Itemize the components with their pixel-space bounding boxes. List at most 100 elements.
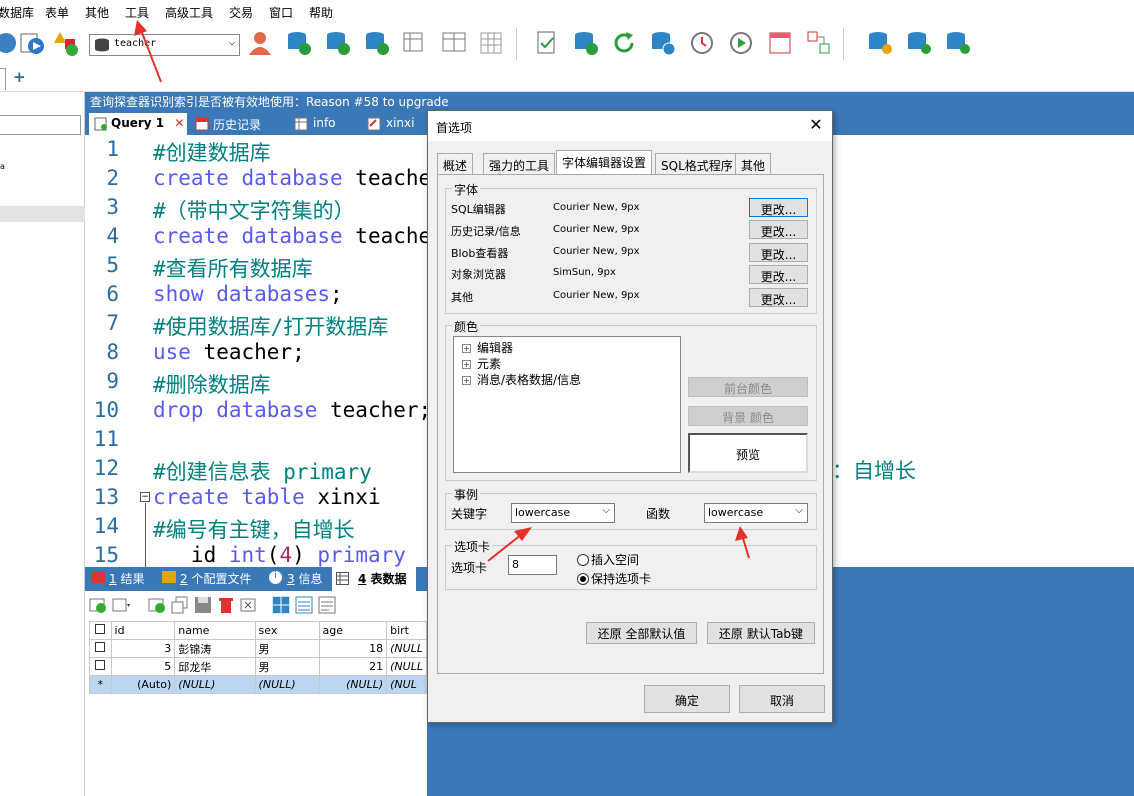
menu-database[interactable]: 数据库 [0,4,34,21]
add-tab-button[interactable]: + [13,68,26,86]
table-row[interactable]: 3 彭锦涛 男 18 (NULL [89,639,427,658]
cell-birth[interactable]: (NULL [386,639,427,658]
select-all-checkbox[interactable] [89,621,112,640]
cell-id[interactable]: (Auto) [110,675,176,694]
restore-all-defaults-button[interactable]: 还原 全部默认值 [586,622,697,644]
sql-editor[interactable]: 1 #创建数据库 2 create database teacher; 3 #（带中文字符… [85,135,427,567]
code-line[interactable]: #删除数据库 [153,369,271,399]
query-builder-icon[interactable] [805,29,833,57]
function-case-select[interactable]: lowercase ⌵ [704,503,808,523]
db-backup-icon[interactable] [649,29,677,57]
row-checkbox[interactable] [89,657,112,676]
db-check-icon[interactable] [905,29,933,57]
code-line[interactable]: #查看所有数据库 [153,253,313,283]
tab-messages[interactable]: i3 信息 [269,570,322,587]
tree-selected-row[interactable] [0,206,85,222]
cell-age[interactable]: 18 [318,639,388,658]
code-line[interactable]: #使用数据库/打开数据库 [153,311,388,341]
close-icon[interactable]: ✕ [174,116,184,130]
code-line[interactable]: use teacher; [153,340,305,364]
delete-icon[interactable] [217,596,235,614]
change-blob-font-button[interactable]: 更改... [749,243,808,262]
table-compare-icon[interactable] [440,29,468,57]
expand-icon[interactable]: + [462,360,471,369]
column-header[interactable]: name [174,621,256,640]
background-color-button[interactable]: 背景 颜色 [688,406,808,426]
ok-button[interactable]: 确定 [644,685,730,713]
grid-view-icon[interactable] [272,596,290,614]
keyword-case-select[interactable]: lowercase ⌵ [511,503,615,523]
expand-icon[interactable]: + [462,376,471,385]
insert-row-icon[interactable] [148,596,166,614]
change-history-font-button[interactable]: 更改... [749,220,808,239]
table-grid-icon[interactable] [478,29,506,57]
cell-birth[interactable]: (NULL [386,657,427,676]
menu-transaction[interactable]: 交易 [229,4,253,21]
code-line[interactable]: create database teacher; [153,166,427,190]
cell-age[interactable]: (NULL) [318,675,388,694]
cell-name[interactable]: (NULL) [174,675,256,694]
tab-profiles[interactable]: 2 个配置文件 [162,570,251,587]
text-view-icon[interactable] [318,596,336,614]
tab-info[interactable]: info [291,113,336,135]
tab-sql-formatter[interactable]: SQL格式程序 [655,153,739,174]
db-export-icon[interactable] [324,29,352,57]
menu-other[interactable]: 其他 [85,4,109,21]
tab-query-1[interactable]: Query 1 ✕ [89,113,187,135]
checklist-icon[interactable] [533,29,561,57]
connection-tab[interactable] [0,68,6,90]
duplicate-icon[interactable] [171,596,189,614]
cell-name[interactable]: 邱龙华 [174,657,256,676]
cell-id[interactable]: 3 [110,639,176,658]
row-checkbox[interactable] [89,639,112,658]
code-line[interactable]: #（带中文字符集的） [153,195,355,225]
cell-sex[interactable]: 男 [254,657,320,676]
cell-birth[interactable]: (NUL [386,675,427,694]
user-manager-icon[interactable] [246,29,274,57]
db-sync-icon[interactable] [363,29,391,57]
tab-size-input[interactable]: 8 [508,555,557,575]
expand-icon[interactable]: + [462,344,471,353]
code-line[interactable]: drop database teacher; [153,398,427,422]
color-tree[interactable]: + 编辑器 + 元素 + 消息/表格数据/信息 [453,336,681,473]
cell-age[interactable]: 21 [318,657,388,676]
foreground-color-button[interactable]: 前台颜色 [688,377,808,397]
db-import-icon[interactable] [285,29,313,57]
cell-sex[interactable]: 男 [254,639,320,658]
tab-font-editor-settings[interactable]: 字体编辑器设置 [556,150,653,175]
code-line[interactable]: #创建数据库 [153,137,271,167]
menu-help[interactable]: 帮助 [309,4,333,21]
column-header[interactable]: birt [386,621,427,640]
tab-xinxi[interactable]: xinxi [364,113,414,135]
tree-node-fragment[interactable]: a [0,162,5,171]
column-header[interactable]: sex [254,621,320,640]
tab-power-tools[interactable]: 强力的工具 [483,153,556,174]
scheduler-clock-icon[interactable] [688,29,716,57]
code-line[interactable]: create table xinxi [153,485,381,509]
column-header[interactable]: age [318,621,388,640]
schema-designer-icon[interactable] [766,29,794,57]
tree-item-elements[interactable]: + 元素 [462,355,501,372]
db-refresh-icon[interactable] [572,29,600,57]
cell-sex[interactable]: (NULL) [254,675,320,694]
insert-spaces-radio[interactable]: 插入空间 [577,551,639,568]
cell-name[interactable]: 彭锦涛 [174,639,256,658]
object-filter-input[interactable] [0,115,81,135]
tab-history[interactable]: 历史记录 [191,113,261,135]
code-line[interactable]: #创建信息表 primary [153,456,372,486]
table-copy-icon[interactable] [401,29,429,57]
tab-general[interactable]: 概述 [437,153,474,174]
dropdown-icon[interactable] [112,596,130,614]
db-copy-icon[interactable] [866,29,894,57]
refresh-icon[interactable] [610,29,638,57]
tree-item-messages[interactable]: + 消息/表格数据/信息 [462,371,581,388]
cell-id[interactable]: 5 [110,657,176,676]
code-line[interactable]: id int(4) primary [153,543,406,567]
close-icon[interactable]: ✕ [806,115,826,135]
menu-tools[interactable]: 工具 [125,4,149,21]
change-sql-editor-font-button[interactable]: 更改... [749,198,808,217]
sql-editor-right-visible[interactable]: ：自增长 [832,135,1134,567]
code-line[interactable]: #编号有主键，自增长 [153,514,355,544]
menu-advanced-tools[interactable]: 高级工具 [165,4,213,21]
tree-item-editor[interactable]: + 编辑器 [462,339,513,356]
